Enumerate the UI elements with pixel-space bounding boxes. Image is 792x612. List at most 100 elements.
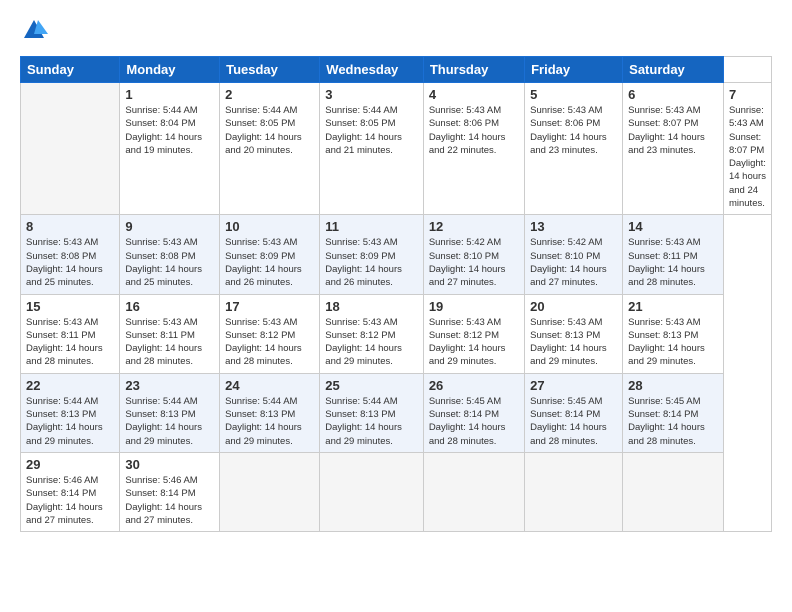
day-number: 17 xyxy=(225,299,314,314)
empty-cell xyxy=(623,452,724,531)
day-cell-3: 3 Sunrise: 5:44 AMSunset: 8:05 PMDaylight… xyxy=(320,83,424,215)
day-cell-8: 8 Sunrise: 5:43 AMSunset: 8:08 PMDaylight… xyxy=(21,215,120,294)
col-header-saturday: Saturday xyxy=(623,57,724,83)
day-cell-14: 14 Sunrise: 5:43 AMSunset: 8:11 PMDayligh… xyxy=(623,215,724,294)
day-number: 16 xyxy=(125,299,214,314)
day-info: Sunrise: 5:43 AMSunset: 8:12 PMDaylight:… xyxy=(325,316,418,369)
day-cell-18: 18 Sunrise: 5:43 AMSunset: 8:12 PMDayligh… xyxy=(320,294,424,373)
day-cell-5: 5 Sunrise: 5:43 AMSunset: 8:06 PMDaylight… xyxy=(525,83,623,215)
day-cell-11: 11Sunrise: 5:43 AMSunset: 8:09 PMDayligh… xyxy=(320,215,424,294)
day-number: 30 xyxy=(125,457,214,472)
day-number: 29 xyxy=(26,457,114,472)
day-info: Sunrise: 5:45 AMSunset: 8:14 PMDaylight:… xyxy=(530,395,617,448)
empty-cell xyxy=(21,83,120,215)
day-cell-12: 12 Sunrise: 5:42 AMSunset: 8:10 PMDayligh… xyxy=(423,215,524,294)
day-cell-10: 10Sunrise: 5:43 AMSunset: 8:09 PMDayligh… xyxy=(220,215,320,294)
day-number: 14 xyxy=(628,219,718,234)
col-header-tuesday: Tuesday xyxy=(220,57,320,83)
week-row-1: 1 Sunrise: 5:44 AMSunset: 8:04 PMDaylight… xyxy=(21,83,772,215)
week-row-3: 15 Sunrise: 5:43 AMSunset: 8:11 PMDayligh… xyxy=(21,294,772,373)
day-info: Sunrise: 5:43 AMSunset: 8:11 PMDaylight:… xyxy=(628,236,718,289)
day-info: Sunrise: 5:45 AMSunset: 8:14 PMDaylight:… xyxy=(628,395,718,448)
day-cell-4: 4 Sunrise: 5:43 AMSunset: 8:06 PMDaylight… xyxy=(423,83,524,215)
day-info: Sunrise: 5:46 AMSunset: 8:14 PMDaylight:… xyxy=(26,474,114,527)
day-number: 5 xyxy=(530,87,617,102)
day-info: Sunrise: 5:42 AMSunset: 8:10 PMDaylight:… xyxy=(429,236,519,289)
logo xyxy=(20,16,52,44)
week-row-2: 8 Sunrise: 5:43 AMSunset: 8:08 PMDaylight… xyxy=(21,215,772,294)
day-number: 8 xyxy=(26,219,114,234)
day-number: 10 xyxy=(225,219,314,234)
day-number: 19 xyxy=(429,299,519,314)
col-header-sunday: Sunday xyxy=(21,57,120,83)
day-cell-15: 15 Sunrise: 5:43 AMSunset: 8:11 PMDayligh… xyxy=(21,294,120,373)
col-header-friday: Friday xyxy=(525,57,623,83)
day-info: Sunrise: 5:43 AMSunset: 8:13 PMDaylight:… xyxy=(628,316,718,369)
day-cell-26: 26 Sunrise: 5:45 AMSunset: 8:14 PMDayligh… xyxy=(423,373,524,452)
day-info: Sunrise: 5:44 AMSunset: 8:13 PMDaylight:… xyxy=(26,395,114,448)
day-number: 21 xyxy=(628,299,718,314)
day-info: Sunrise: 5:44 AMSunset: 8:13 PMDaylight:… xyxy=(125,395,214,448)
day-cell-22: 22 Sunrise: 5:44 AMSunset: 8:13 PMDayligh… xyxy=(21,373,120,452)
day-cell-24: 24 Sunrise: 5:44 AMSunset: 8:13 PMDayligh… xyxy=(220,373,320,452)
week-row-5: 29 Sunrise: 5:46 AMSunset: 8:14 PMDayligh… xyxy=(21,452,772,531)
logo-icon xyxy=(20,16,48,44)
day-info: Sunrise: 5:43 AMSunset: 8:08 PMDaylight:… xyxy=(26,236,114,289)
day-number: 2 xyxy=(225,87,314,102)
day-info: Sunrise: 5:42 AMSunset: 8:10 PMDaylight:… xyxy=(530,236,617,289)
day-cell-23: 23 Sunrise: 5:44 AMSunset: 8:13 PMDayligh… xyxy=(120,373,220,452)
day-number: 26 xyxy=(429,378,519,393)
day-cell-28: 28 Sunrise: 5:45 AMSunset: 8:14 PMDayligh… xyxy=(623,373,724,452)
day-number: 27 xyxy=(530,378,617,393)
day-cell-25: 25Sunrise: 5:44 AMSunset: 8:13 PMDayligh… xyxy=(320,373,424,452)
col-header-thursday: Thursday xyxy=(423,57,524,83)
day-number: 23 xyxy=(125,378,214,393)
day-number: 28 xyxy=(628,378,718,393)
day-number: 22 xyxy=(26,378,114,393)
day-info: Sunrise: 5:43 AMSunset: 8:12 PMDaylight:… xyxy=(225,316,314,369)
day-cell-1: 1 Sunrise: 5:44 AMSunset: 8:04 PMDaylight… xyxy=(120,83,220,215)
day-number: 7 xyxy=(729,87,766,102)
day-number: 9 xyxy=(125,219,214,234)
day-cell-17: 17 Sunrise: 5:43 AMSunset: 8:12 PMDayligh… xyxy=(220,294,320,373)
day-number: 6 xyxy=(628,87,718,102)
day-number: 20 xyxy=(530,299,617,314)
day-info: Sunrise: 5:43 AMSunset: 8:07 PMDaylight:… xyxy=(628,104,718,157)
day-number: 4 xyxy=(429,87,519,102)
day-info: Sunrise: 5:43 AMSunset: 8:11 PMDaylight:… xyxy=(125,316,214,369)
day-number: 15 xyxy=(26,299,114,314)
day-cell-30: 30Sunrise: 5:46 AMSunset: 8:14 PMDayligh… xyxy=(120,452,220,531)
day-info: Sunrise: 5:44 AMSunset: 8:05 PMDaylight:… xyxy=(325,104,418,157)
day-number: 12 xyxy=(429,219,519,234)
empty-cell xyxy=(320,452,424,531)
day-number: 18 xyxy=(325,299,418,314)
empty-cell xyxy=(423,452,524,531)
day-cell-7: 7 Sunrise: 5:43 AMSunset: 8:07 PMDaylight… xyxy=(723,83,771,215)
day-cell-6: 6 Sunrise: 5:43 AMSunset: 8:07 PMDaylight… xyxy=(623,83,724,215)
day-number: 25 xyxy=(325,378,418,393)
day-number: 24 xyxy=(225,378,314,393)
day-info: Sunrise: 5:43 AMSunset: 8:11 PMDaylight:… xyxy=(26,316,114,369)
day-info: Sunrise: 5:43 AMSunset: 8:08 PMDaylight:… xyxy=(125,236,214,289)
day-info: Sunrise: 5:43 AMSunset: 8:09 PMDaylight:… xyxy=(325,236,418,289)
day-cell-29: 29 Sunrise: 5:46 AMSunset: 8:14 PMDayligh… xyxy=(21,452,120,531)
day-cell-2: 2 Sunrise: 5:44 AMSunset: 8:05 PMDaylight… xyxy=(220,83,320,215)
day-info: Sunrise: 5:43 AMSunset: 8:07 PMDaylight:… xyxy=(729,104,766,210)
day-info: Sunrise: 5:44 AMSunset: 8:05 PMDaylight:… xyxy=(225,104,314,157)
day-number: 1 xyxy=(125,87,214,102)
calendar-page: SundayMondayTuesdayWednesdayThursdayFrid… xyxy=(0,0,792,612)
day-info: Sunrise: 5:45 AMSunset: 8:14 PMDaylight:… xyxy=(429,395,519,448)
day-info: Sunrise: 5:43 AMSunset: 8:06 PMDaylight:… xyxy=(429,104,519,157)
day-info: Sunrise: 5:44 AMSunset: 8:13 PMDaylight:… xyxy=(225,395,314,448)
day-number: 3 xyxy=(325,87,418,102)
header-row: SundayMondayTuesdayWednesdayThursdayFrid… xyxy=(21,57,772,83)
day-info: Sunrise: 5:43 AMSunset: 8:13 PMDaylight:… xyxy=(530,316,617,369)
day-cell-16: 16 Sunrise: 5:43 AMSunset: 8:11 PMDayligh… xyxy=(120,294,220,373)
day-info: Sunrise: 5:43 AMSunset: 8:06 PMDaylight:… xyxy=(530,104,617,157)
day-info: Sunrise: 5:44 AMSunset: 8:04 PMDaylight:… xyxy=(125,104,214,157)
empty-cell xyxy=(525,452,623,531)
day-number: 13 xyxy=(530,219,617,234)
day-cell-21: 21 Sunrise: 5:43 AMSunset: 8:13 PMDayligh… xyxy=(623,294,724,373)
calendar-table: SundayMondayTuesdayWednesdayThursdayFrid… xyxy=(20,56,772,532)
empty-cell xyxy=(220,452,320,531)
